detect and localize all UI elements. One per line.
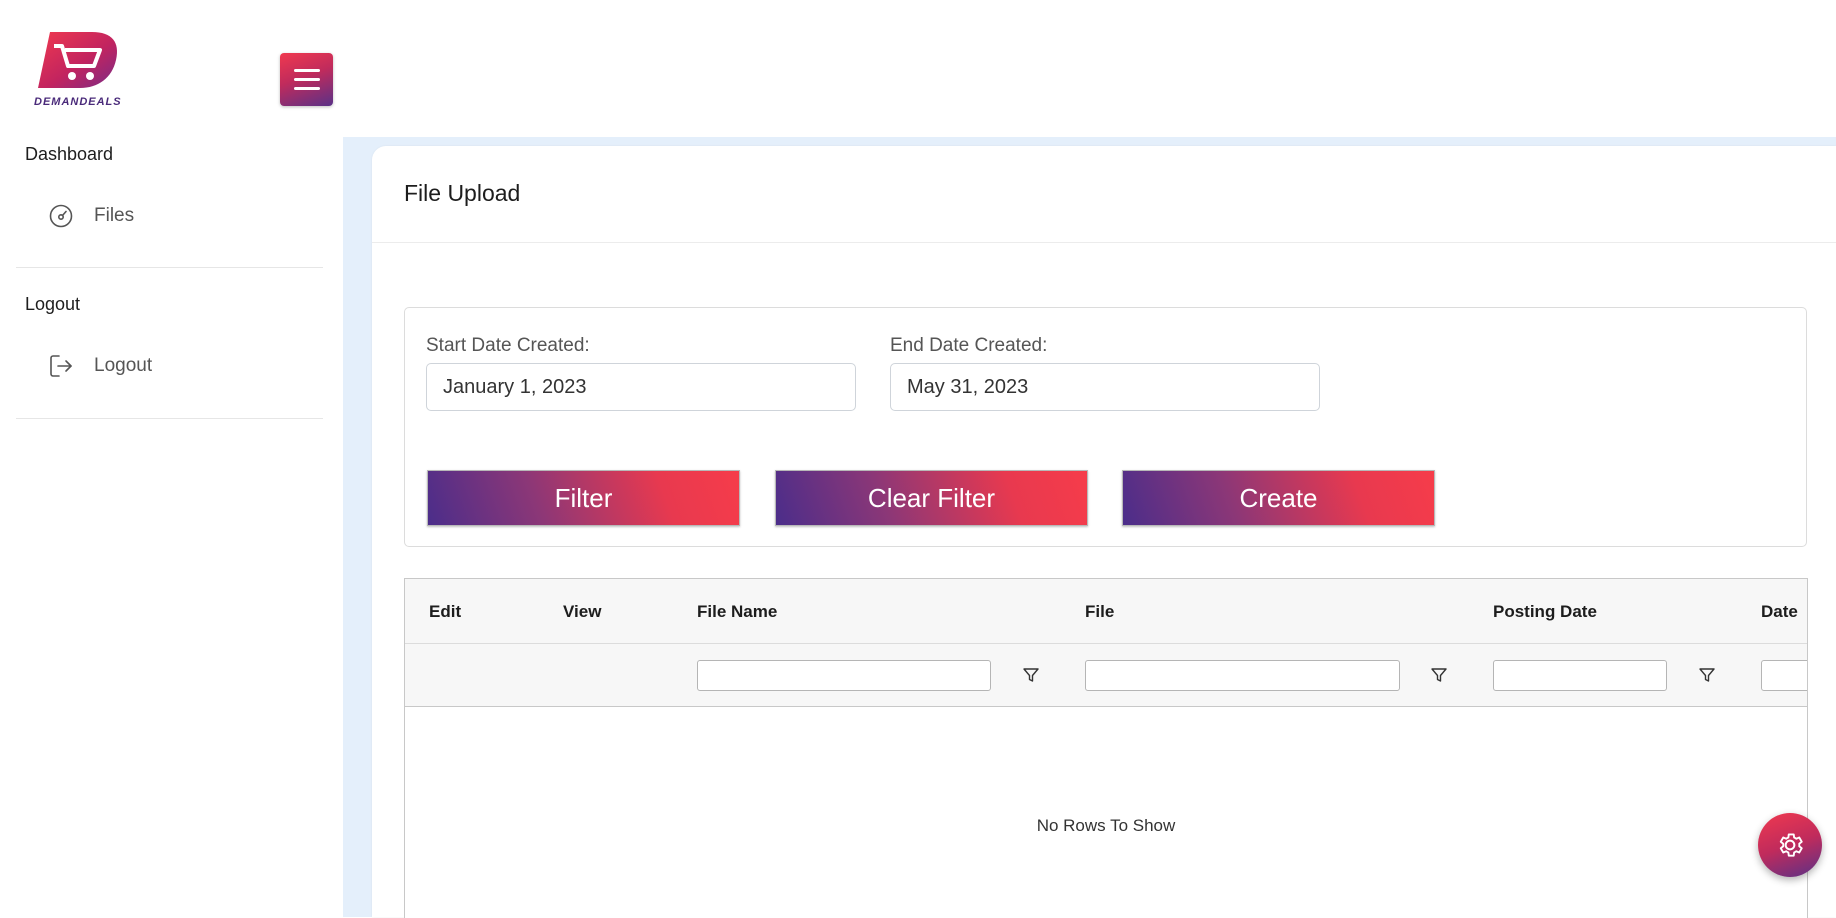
start-date-label: Start Date Created: (426, 335, 590, 356)
grid-filter-row (405, 644, 1807, 707)
file-name-filter-input[interactable] (697, 660, 991, 691)
file-filter-input[interactable] (1085, 660, 1400, 691)
section-title-dashboard: Dashboard (25, 144, 114, 164)
sidebar-item-label: Logout (94, 355, 153, 376)
filter-button[interactable]: Filter (427, 470, 740, 526)
sidebar-divider (16, 418, 323, 419)
settings-button[interactable] (1758, 813, 1822, 877)
funnel-icon[interactable] (1022, 666, 1040, 684)
column-header-file[interactable]: File (1085, 602, 1114, 622)
grid-header-row: Edit View File Name File Posting Date Da… (405, 579, 1807, 644)
files-grid: Edit View File Name File Posting Date Da… (404, 578, 1808, 918)
section-title-logout: Logout (25, 294, 81, 314)
column-header-file-name[interactable]: File Name (697, 602, 777, 622)
sidebar-item-logout[interactable]: Logout (48, 349, 318, 383)
sidebar: DEMANDEALS Dashboard Files Logout Logout (0, 0, 343, 917)
end-date-label: End Date Created: (890, 335, 1048, 356)
column-header-posting-date[interactable]: Posting Date (1493, 602, 1597, 622)
start-date-input[interactable] (426, 363, 856, 411)
posting-date-filter-input[interactable] (1493, 660, 1667, 691)
page-title: File Upload (404, 180, 521, 206)
funnel-icon[interactable] (1430, 666, 1448, 684)
menu-toggle-button[interactable] (280, 53, 333, 106)
column-header-edit[interactable]: Edit (429, 602, 461, 622)
filter-panel: Start Date Created: End Date Created: Fi… (404, 307, 1807, 547)
date-filter-input[interactable] (1761, 660, 1807, 691)
sidebar-item-label: Files (94, 205, 135, 226)
column-header-view[interactable]: View (563, 602, 601, 622)
hamburger-icon-line (294, 69, 320, 72)
hamburger-icon-line (294, 78, 320, 81)
empty-grid-message: No Rows To Show (1036, 816, 1176, 835)
sidebar-divider (16, 267, 323, 268)
column-header-date[interactable]: Date (1761, 602, 1798, 622)
clear-filter-button[interactable]: Clear Filter (775, 470, 1088, 526)
brand-logo[interactable]: DEMANDEALS (32, 26, 122, 110)
end-date-input[interactable] (890, 363, 1320, 411)
gear-icon (1779, 833, 1803, 857)
brand-name: DEMANDEALS (34, 96, 122, 108)
sidebar-item-files[interactable]: Files (48, 199, 318, 233)
logout-icon (50, 355, 72, 377)
gauge-icon (49, 204, 73, 228)
card-divider (372, 242, 1836, 243)
hamburger-icon-line (294, 87, 320, 90)
funnel-icon[interactable] (1698, 666, 1716, 684)
cart-logo-icon (38, 32, 117, 88)
file-upload-card: File Upload Start Date Created: End Date… (372, 146, 1836, 918)
create-button[interactable]: Create (1122, 470, 1435, 526)
